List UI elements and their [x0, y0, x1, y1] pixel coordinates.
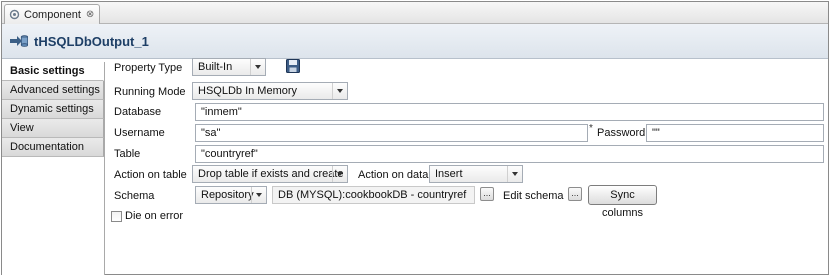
sync-columns-button[interactable]: Sync columns	[588, 185, 657, 219]
table-label: Table	[114, 148, 141, 160]
tab-label: Component	[24, 8, 81, 21]
close-icon[interactable]: ⊗	[86, 9, 94, 20]
edit-schema-button[interactable]: ...	[568, 187, 582, 201]
die-on-error-checkbox[interactable]	[111, 211, 122, 222]
username-label: Username	[114, 127, 165, 139]
table-field[interactable]: "countryref"	[195, 145, 824, 163]
action-on-table-label: Action on table	[114, 169, 187, 181]
chevron-down-icon	[250, 59, 265, 75]
database-field[interactable]: "inmem"	[195, 103, 824, 121]
view-tab-strip: Component ⊗	[2, 2, 828, 24]
component-title-bar: tHSQLDbOutput_1	[2, 24, 828, 59]
nav-item-advanced-settings[interactable]: Advanced settings	[2, 81, 104, 100]
tab-component[interactable]: Component ⊗	[4, 4, 100, 24]
schema-type-select[interactable]: Repository	[195, 186, 267, 204]
nav-item-view[interactable]: View	[2, 119, 104, 138]
schema-type-value: Repository	[201, 189, 254, 201]
nav-item-documentation[interactable]: Documentation	[2, 138, 104, 157]
property-type-select[interactable]: Built-In	[192, 58, 266, 76]
component-view: Component ⊗ tHSQLDbOutput_1 Basic settin…	[1, 1, 829, 275]
action-on-data-select[interactable]: Insert	[429, 165, 523, 183]
edit-schema-label: Edit schema	[503, 190, 564, 202]
chevron-down-icon	[251, 187, 266, 203]
schema-label: Schema	[114, 190, 155, 202]
username-field[interactable]: "sa"	[195, 124, 588, 142]
chevron-down-icon	[332, 83, 347, 99]
action-on-data-value: Insert	[435, 168, 463, 180]
component-plug-icon	[9, 9, 20, 20]
property-type-label: Property Type	[114, 62, 183, 74]
floppy-disk-icon[interactable]	[286, 59, 300, 76]
password-field[interactable]: ""	[646, 124, 824, 142]
action-on-table-value: Drop table if exists and create	[198, 168, 344, 180]
nav-item-basic-settings[interactable]: Basic settings	[2, 62, 104, 81]
chevron-down-icon	[507, 166, 522, 182]
running-mode-label: Running Mode	[114, 86, 186, 98]
running-mode-value: HSQLDb In Memory	[198, 85, 298, 97]
schema-browse-button[interactable]: ...	[480, 187, 494, 201]
action-on-table-select[interactable]: Drop table if exists and create	[192, 165, 348, 183]
running-mode-select[interactable]: HSQLDb In Memory	[192, 82, 348, 100]
action-on-data-label: Action on data	[358, 169, 429, 181]
database-label: Database	[114, 106, 162, 118]
chevron-down-icon	[332, 166, 347, 182]
password-label: Password	[597, 127, 646, 139]
schema-repository-field: DB (MYSQL):cookbookDB - countryref	[272, 186, 475, 204]
component-title: tHSQLDbOutput_1	[34, 33, 149, 49]
nav-item-dynamic-settings[interactable]: Dynamic settings	[2, 100, 104, 119]
die-on-error-label: Die on error	[125, 210, 184, 222]
required-marker: *	[589, 123, 593, 134]
db-output-icon	[10, 34, 29, 48]
settings-nav: Basic settings Advanced settings Dynamic…	[2, 62, 105, 275]
property-type-value: Built-In	[198, 61, 233, 73]
